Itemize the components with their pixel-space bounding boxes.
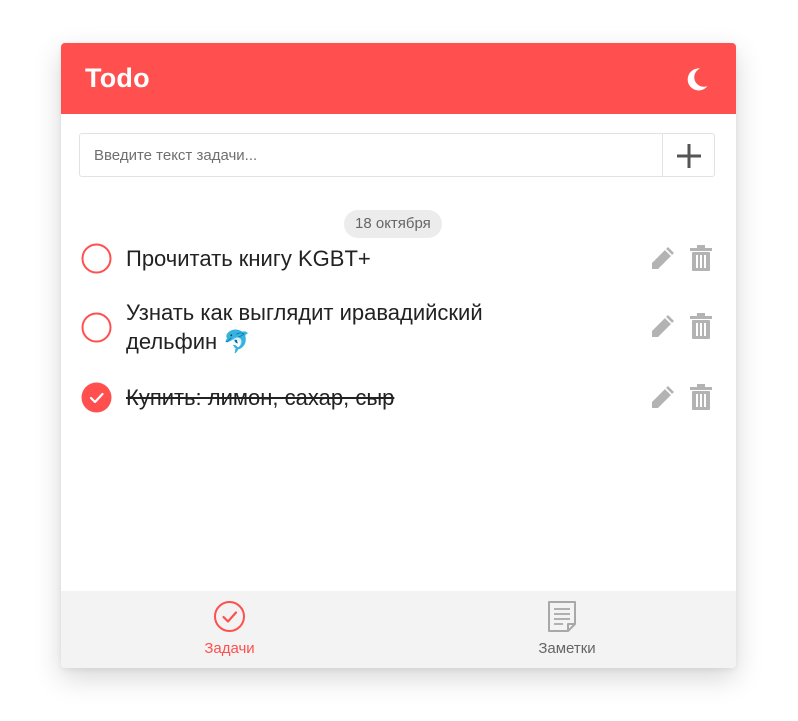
bottom-navigation: Задачи Заметки xyxy=(61,591,736,668)
task-text-input[interactable] xyxy=(80,134,662,176)
todo-app-card: Todo 18 октября Прочитать книгу KGBT+ xyxy=(61,43,736,668)
task-item: Узнать как выглядит иравадийский дельфин… xyxy=(81,297,721,359)
nav-tab-notes-label: Заметки xyxy=(538,640,596,657)
theme-toggle-button[interactable] xyxy=(681,63,713,95)
pencil-icon[interactable] xyxy=(649,383,677,411)
add-task-button[interactable] xyxy=(662,134,714,176)
task-checkbox[interactable] xyxy=(81,312,112,343)
nav-tab-tasks[interactable]: Задачи xyxy=(61,591,398,668)
nav-tab-tasks-label: Задачи xyxy=(204,640,255,657)
check-circle-icon xyxy=(214,601,245,632)
task-text: Прочитать книгу KGBT+ xyxy=(126,246,371,271)
task-checkbox[interactable] xyxy=(81,243,112,274)
nav-tab-notes[interactable]: Заметки xyxy=(398,591,736,668)
task-item: Купить: лимон, сахар, сыр xyxy=(81,381,721,415)
trash-icon[interactable] xyxy=(687,312,715,340)
new-task-form xyxy=(79,133,715,177)
date-group-badge: 18 октября xyxy=(344,210,442,238)
task-text: Купить: лимон, сахар, сыр xyxy=(126,385,395,410)
trash-icon[interactable] xyxy=(687,383,715,411)
app-header: Todo xyxy=(61,43,736,114)
pencil-icon[interactable] xyxy=(649,312,677,340)
plus-icon xyxy=(677,144,701,168)
task-item: Прочитать книгу KGBT+ xyxy=(81,243,721,277)
task-text: Узнать как выглядит иравадийский дельфин… xyxy=(126,300,483,354)
task-checkbox-checked[interactable] xyxy=(81,382,112,413)
trash-icon[interactable] xyxy=(687,244,715,272)
app-title: Todo xyxy=(85,63,150,93)
note-icon xyxy=(548,601,576,632)
pencil-icon[interactable] xyxy=(649,244,677,272)
moon-icon xyxy=(687,68,708,91)
